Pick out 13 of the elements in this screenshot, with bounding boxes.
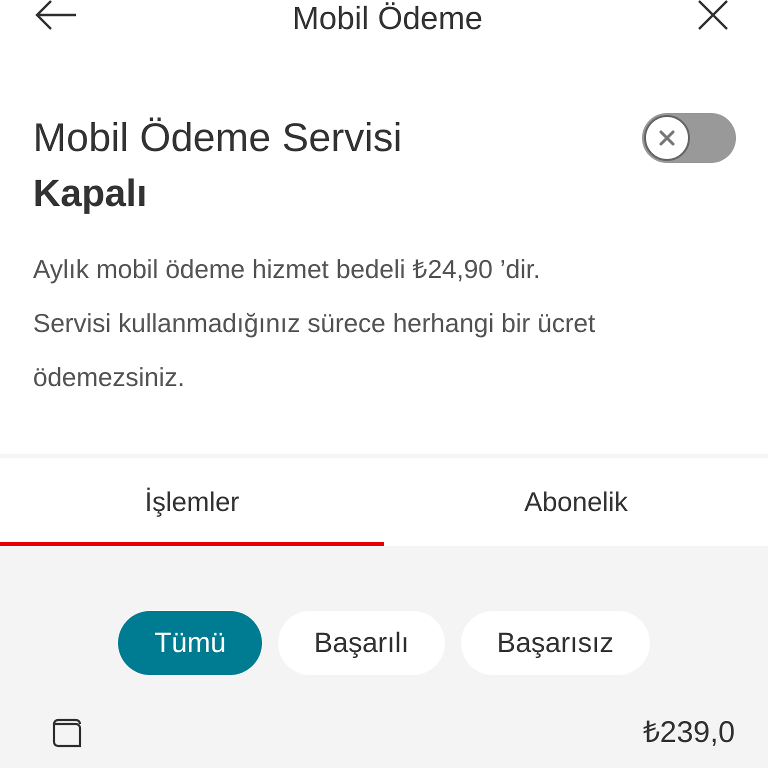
service-toggle[interactable] — [642, 113, 736, 163]
close-icon[interactable] — [698, 0, 728, 30]
description-text: Servisi kullanmadığınız sürece herhangi bir ücret ödemezsiniz. — [33, 307, 596, 394]
filter-chip[interactable]: Başarılı — [278, 611, 445, 675]
x-icon — [659, 130, 675, 146]
service-title: Mobil Ödeme Servisi — [33, 115, 402, 162]
page-title: Mobil Ödeme — [292, 0, 483, 36]
filter-chip[interactable]: Tümü — [118, 611, 262, 675]
filter-chip[interactable]: Başarısız — [460, 611, 650, 675]
transaction-amount: ₺239,0 — [642, 715, 735, 751]
service-status: Kapalı — [33, 172, 148, 217]
description-text: Aylık mobil ödeme hizmet bedeli ₺24,90 ’dir. — [33, 253, 542, 286]
back-arrow-icon[interactable] — [35, 0, 77, 30]
